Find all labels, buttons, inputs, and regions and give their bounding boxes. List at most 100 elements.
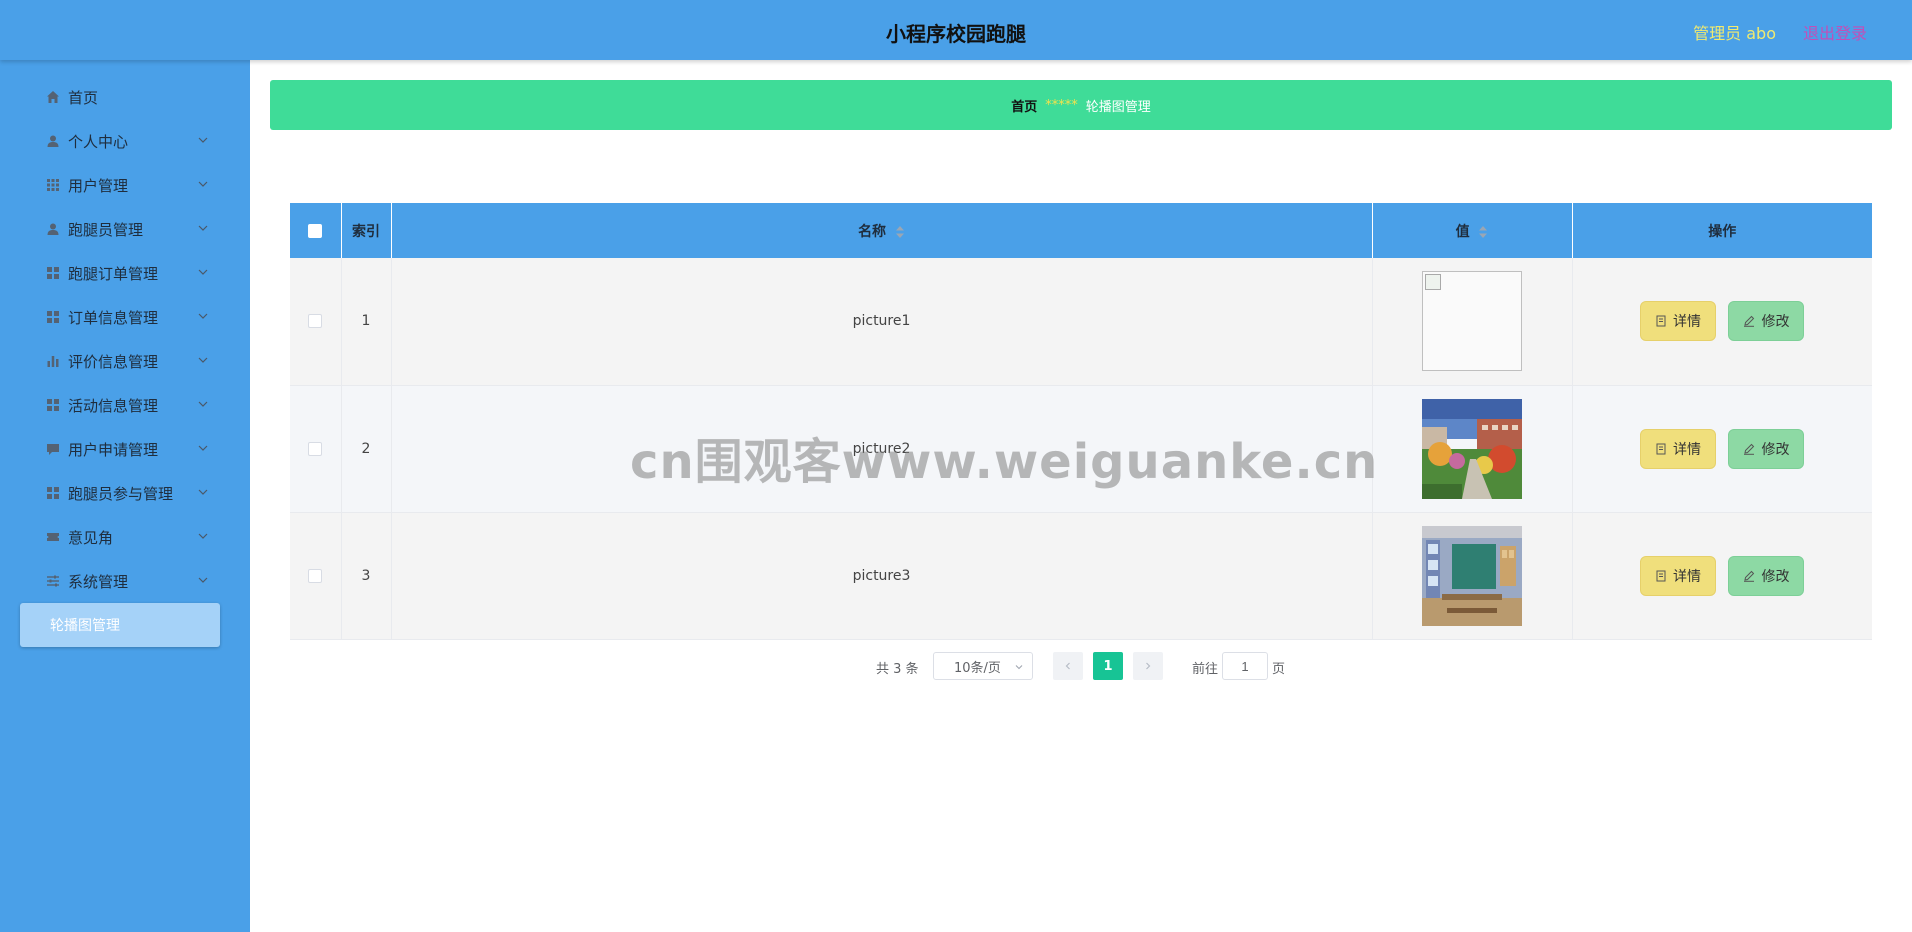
row-index: 2	[341, 385, 392, 513]
sidebar-subitem-carousel-management[interactable]: 轮播图管理	[20, 603, 220, 647]
edit-button[interactable]: 修改	[1728, 555, 1805, 596]
document-icon	[1656, 443, 1666, 454]
row-value-cell	[1372, 385, 1573, 513]
grid-icon	[44, 264, 62, 282]
edit-icon	[1744, 570, 1755, 582]
pagination-total: 共 3 条	[876, 662, 919, 677]
column-header-name[interactable]: 名称	[391, 203, 1373, 258]
detail-button[interactable]: 详情	[1640, 555, 1717, 596]
row-checkbox[interactable]	[308, 441, 323, 456]
chevron-down-icon	[198, 137, 208, 143]
row-select-cell	[290, 385, 342, 513]
top-header: 小程序校园跑腿 管理员 abo 退出登录	[0, 0, 1912, 60]
sidebar-item-review-info[interactable]: 评价信息管理	[0, 339, 250, 383]
carousel-table: 索引 名称 值 操作 1 picture1 详情 修改 2 picture2 详…	[290, 203, 1872, 640]
sidebar-item-activity-info[interactable]: 活动信息管理	[0, 383, 250, 427]
sliders-icon	[44, 572, 62, 590]
select-all-header	[290, 203, 342, 258]
page-size-select[interactable]: 10条/页	[933, 652, 1033, 680]
goto-label: 前往	[1192, 662, 1219, 677]
edit-button-label: 修改	[1761, 568, 1790, 585]
page-number-1[interactable]: 1	[1093, 652, 1123, 680]
prev-page-button[interactable]	[1053, 652, 1083, 680]
chevron-down-icon	[1015, 665, 1023, 670]
chat-icon	[44, 440, 62, 458]
row-value-cell	[1372, 512, 1573, 640]
user-icon	[44, 220, 62, 238]
select-all-checkbox[interactable]	[308, 223, 323, 238]
detail-button[interactable]: 详情	[1640, 428, 1717, 469]
breadcrumb-separator: *****	[1045, 97, 1078, 113]
detail-button[interactable]: 详情	[1640, 301, 1717, 342]
chevron-right-icon	[1146, 662, 1151, 670]
logout-link[interactable]: 退出登录	[1803, 20, 1867, 44]
row-select-cell	[290, 258, 342, 386]
row-checkbox[interactable]	[308, 568, 323, 583]
sidebar-item-errand-orders[interactable]: 跑腿订单管理	[0, 251, 250, 295]
sidebar-item-runner-participation[interactable]: 跑腿员参与管理	[0, 471, 250, 515]
chevron-down-icon	[198, 181, 208, 187]
sidebar-item-label: 活动信息管理	[68, 396, 159, 415]
sidebar-item-label: 跑腿员管理	[68, 220, 144, 239]
column-header-label: 值	[1455, 223, 1470, 240]
sidebar-item-label: 订单信息管理	[68, 308, 159, 327]
column-header-value[interactable]: 值	[1372, 203, 1573, 258]
sidebar-item-label: 个人中心	[68, 132, 129, 151]
chevron-down-icon	[198, 577, 208, 583]
chevron-down-icon	[198, 445, 208, 451]
edit-icon	[1744, 316, 1755, 328]
sidebar-item-user-management[interactable]: 用户管理	[0, 163, 250, 207]
edit-button[interactable]: 修改	[1728, 301, 1805, 342]
chevron-left-icon	[1065, 662, 1070, 670]
sidebar-item-label: 用户申请管理	[68, 440, 159, 459]
sidebar-item-label: 系统管理	[68, 572, 129, 591]
row-name: picture3	[391, 512, 1373, 640]
edit-button-label: 修改	[1761, 441, 1790, 458]
sidebar-item-label: 意见角	[68, 528, 114, 547]
page-suffix-label: 页	[1272, 662, 1286, 677]
column-header-actions: 操作	[1572, 203, 1872, 258]
detail-button-label: 详情	[1673, 314, 1702, 331]
goto-page-input[interactable]	[1222, 652, 1268, 680]
pagination: 共 3 条 10条/页 1 前往 页	[0, 652, 1912, 680]
sidebar-item-system-management[interactable]: 系统管理	[0, 559, 250, 603]
grid-icon	[44, 484, 62, 502]
sidebar-item-feedback[interactable]: 意见角	[0, 515, 250, 559]
chevron-down-icon	[198, 269, 208, 275]
sidebar-item-home[interactable]: 首页	[0, 75, 250, 119]
table-row: 2 picture2 详情 修改	[290, 385, 1872, 513]
next-page-button[interactable]	[1133, 652, 1163, 680]
edit-icon	[1744, 443, 1755, 455]
edit-button[interactable]: 修改	[1728, 428, 1805, 469]
sidebar-item-personal-center[interactable]: 个人中心	[0, 119, 250, 163]
breadcrumb-home[interactable]: 首页	[1011, 96, 1037, 115]
grid-icon	[44, 308, 62, 326]
sidebar-item-user-applications[interactable]: 用户申请管理	[0, 427, 250, 471]
document-icon	[1656, 570, 1666, 581]
admin-user-label: 管理员 abo	[1693, 24, 1776, 43]
sidebar-item-label: 用户管理	[68, 176, 129, 195]
document-icon	[1656, 315, 1666, 327]
sort-icon[interactable]	[895, 225, 905, 239]
home-icon	[44, 88, 62, 106]
row-name: picture1	[391, 258, 1373, 386]
edit-button-label: 修改	[1761, 314, 1790, 331]
sidebar-subitem-label: 轮播图管理	[50, 618, 120, 634]
chevron-down-icon	[198, 357, 208, 363]
sidebar-item-runner-management[interactable]: 跑腿员管理	[0, 207, 250, 251]
row-checkbox[interactable]	[308, 314, 323, 329]
row-actions: 详情 修改	[1572, 385, 1872, 513]
sidebar-item-order-info[interactable]: 订单信息管理	[0, 295, 250, 339]
row-name: picture2	[391, 385, 1373, 513]
column-header-index: 索引	[341, 203, 392, 258]
bar-chart-icon	[44, 352, 62, 370]
sidebar-item-label: 首页	[68, 88, 99, 107]
sort-icon[interactable]	[1478, 225, 1488, 239]
detail-button-label: 详情	[1673, 568, 1702, 585]
row-value-cell	[1372, 258, 1573, 386]
campus-garden-photo	[1422, 398, 1522, 499]
row-actions: 详情 修改	[1572, 512, 1872, 640]
user-icon	[44, 132, 62, 150]
grid-icon	[44, 396, 62, 414]
chevron-down-icon	[198, 489, 208, 495]
